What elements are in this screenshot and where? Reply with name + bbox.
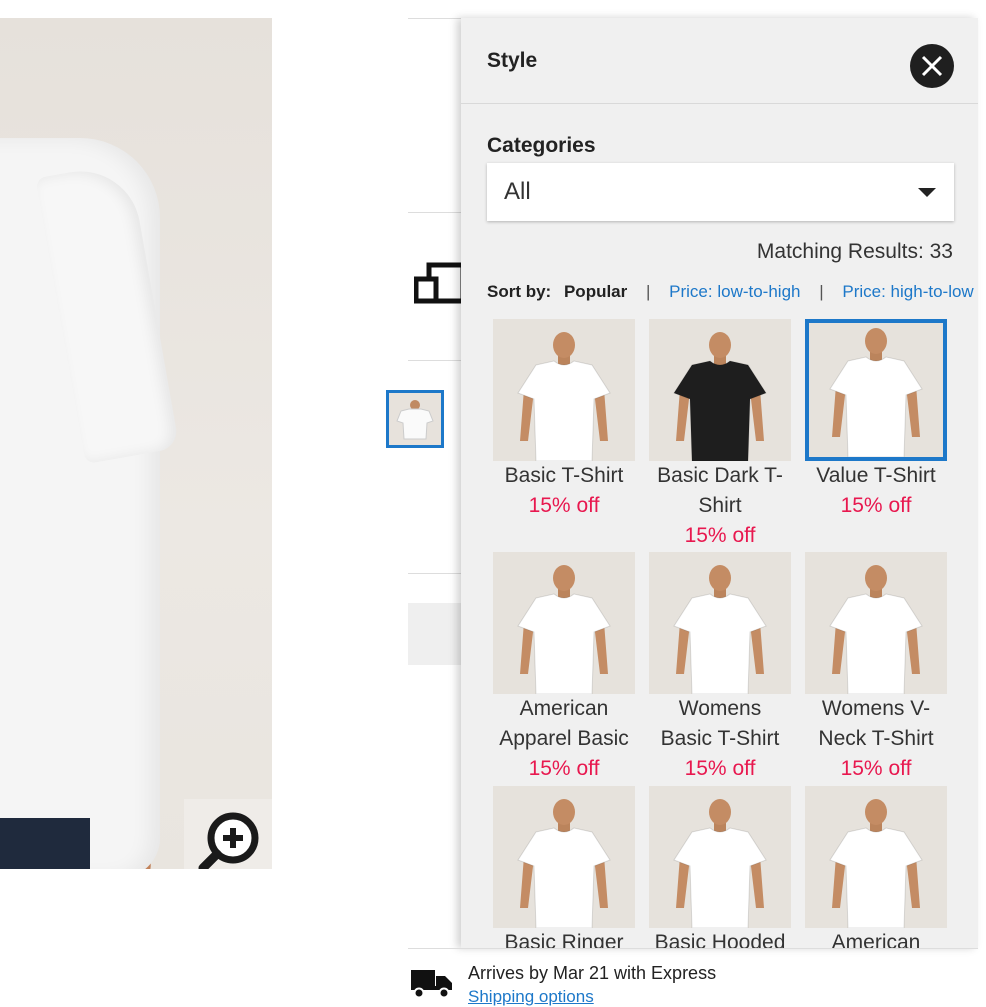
- t-shirt-illustration: [517, 332, 611, 461]
- style-name: Basic Dark T-Shirt: [657, 464, 783, 517]
- sort-option-price-low-high[interactable]: Price: low-to-high: [669, 282, 800, 301]
- style-name: Basic Ringer: [504, 931, 624, 948]
- shipping-options-link[interactable]: Shipping options: [468, 987, 594, 1007]
- t-shirt-illustration: [829, 799, 923, 928]
- style-image: [805, 786, 947, 928]
- style-card[interactable]: Womens Basic T-Shirt 15% off: [649, 552, 791, 784]
- style-discount: 15% off: [528, 494, 600, 517]
- style-discount: 15% off: [528, 757, 600, 780]
- arrival-text: Arrives by Mar 21 with Express: [468, 963, 717, 983]
- close-button[interactable]: [910, 44, 954, 88]
- style-name: Womens V-Neck T-Shirt: [818, 697, 934, 750]
- t-shirt-illustration: [673, 332, 767, 461]
- style-discount: 15% off: [684, 524, 756, 547]
- sort-separator: |: [646, 282, 651, 301]
- devices-icon[interactable]: [413, 262, 466, 309]
- sort-label: Sort by:: [487, 282, 552, 301]
- style-card[interactable]: Basic Dark T-Shirt 15% off: [649, 319, 791, 551]
- sort-option-price-high-low[interactable]: Price: high-to-low: [842, 282, 973, 301]
- sort-separator: |: [819, 282, 824, 301]
- divider: [408, 212, 468, 213]
- sort-option-popular[interactable]: Popular: [564, 282, 627, 301]
- style-card[interactable]: American: [805, 786, 947, 948]
- t-shirt-illustration: [829, 565, 923, 694]
- matching-results: Matching Results: 33: [756, 240, 953, 263]
- product-main-image: [0, 18, 272, 869]
- t-shirt-illustration: [829, 328, 923, 457]
- t-shirt-illustration: [517, 565, 611, 694]
- t-shirt-illustration: [517, 799, 611, 928]
- sort-bar: Sort by: Popular | Price: low-to-high | …: [487, 282, 974, 302]
- divider: [408, 948, 978, 949]
- style-card-selected[interactable]: Value T-Shirt 15% off: [805, 319, 947, 521]
- truck-icon: [411, 968, 453, 1003]
- style-name: Basic T-Shirt: [504, 464, 624, 487]
- style-discount: 15% off: [840, 757, 912, 780]
- panel-title: Style: [487, 49, 538, 72]
- categories-label: Categories: [487, 134, 596, 157]
- style-card[interactable]: Basic T-Shirt 15% off: [493, 319, 635, 521]
- style-image: [649, 552, 791, 694]
- style-name: Womens Basic T-Shirt: [660, 697, 780, 750]
- style-card[interactable]: Womens V-Neck T-Shirt 15% off: [805, 552, 947, 784]
- style-panel: Style Categories All Matching Results: 3…: [461, 18, 978, 948]
- style-image: [805, 319, 947, 461]
- style-name: Value T-Shirt: [816, 464, 936, 487]
- divider: [408, 360, 468, 361]
- style-card[interactable]: Basic Ringer: [493, 786, 635, 948]
- style-discount: 15% off: [684, 757, 756, 780]
- close-icon: [921, 55, 943, 77]
- background-block: [408, 603, 468, 665]
- style-card[interactable]: American Apparel Basic 15% off: [493, 552, 635, 784]
- style-image: [649, 786, 791, 928]
- style-discount: 15% off: [840, 494, 912, 517]
- t-shirt-illustration: [673, 799, 767, 928]
- style-name: Basic Hooded: [654, 931, 786, 948]
- style-name: American Apparel Basic: [499, 697, 629, 750]
- style-image: [805, 552, 947, 694]
- categories-selected-value: All: [504, 178, 531, 205]
- style-image: [493, 552, 635, 694]
- style-card[interactable]: Basic Hooded: [649, 786, 791, 948]
- style-image: [493, 319, 635, 461]
- divider: [408, 573, 468, 574]
- chevron-down-icon: [918, 188, 936, 197]
- categories-select[interactable]: All: [487, 163, 954, 221]
- zoom-in-button[interactable]: [184, 799, 272, 869]
- product-thumbnail[interactable]: [386, 390, 444, 448]
- style-image: [649, 319, 791, 461]
- zoom-in-icon: [198, 812, 259, 869]
- style-name: American: [831, 931, 921, 948]
- panel-header: Style: [461, 18, 978, 104]
- style-image: [493, 786, 635, 928]
- t-shirt-illustration: [673, 565, 767, 694]
